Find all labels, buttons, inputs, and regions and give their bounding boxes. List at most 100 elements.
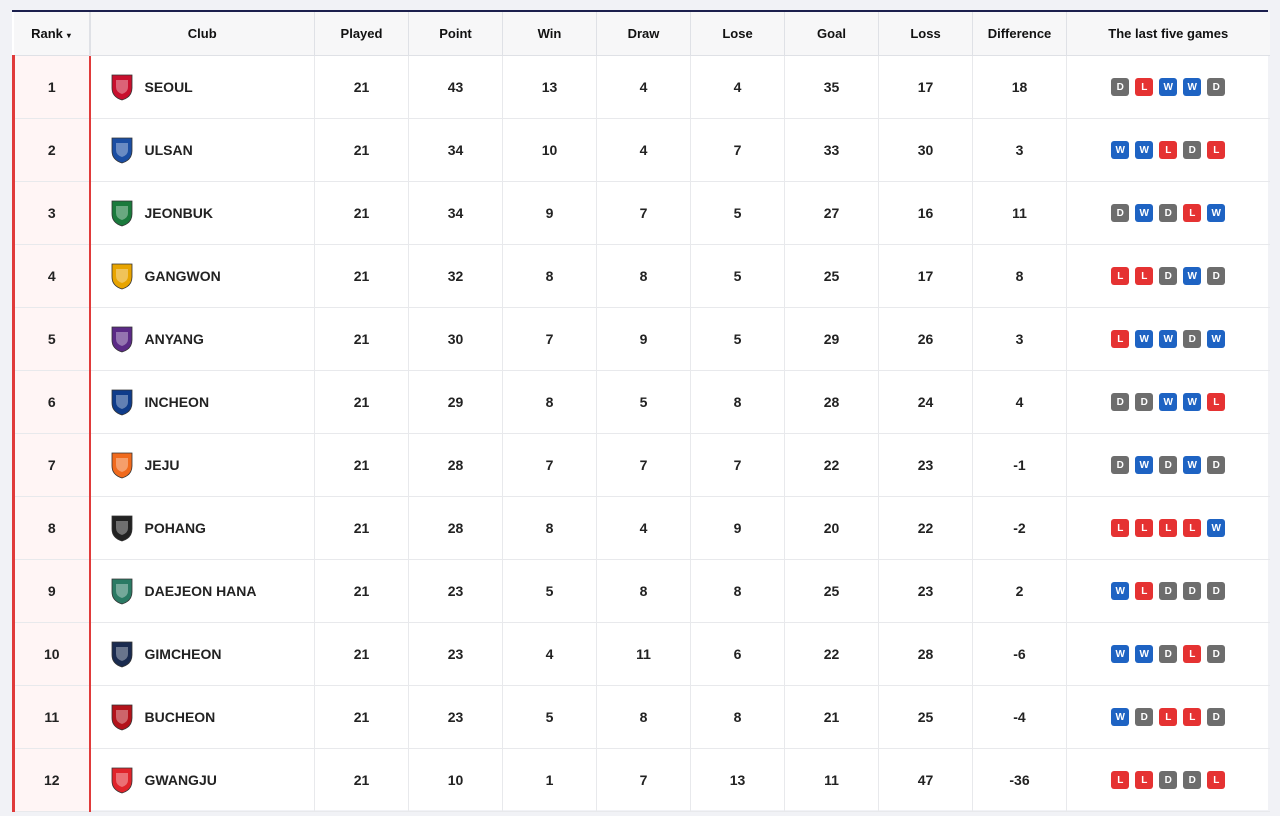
- table-row[interactable]: 9 DAEJEON HANA 21 23 5 8 8 25 23 2 W L D D D: [12, 559, 1270, 623]
- table-row[interactable]: 11 BUCHEON 21 23 5 8 8 21 25 -4 W D L L D: [12, 685, 1270, 749]
- form-badge: L: [1135, 267, 1154, 285]
- played-cell: 21: [314, 559, 409, 623]
- club-link[interactable]: GWANGJU: [111, 766, 315, 794]
- club-link[interactable]: DAEJEON HANA: [111, 577, 315, 605]
- club-cell[interactable]: GIMCHEON: [89, 622, 315, 686]
- point-cell: 32: [408, 244, 503, 308]
- club-cell[interactable]: INCHEON: [89, 370, 315, 434]
- goal-cell: 29: [784, 307, 879, 371]
- difference-cell: -6: [972, 622, 1067, 686]
- form-badge: L: [1159, 708, 1178, 726]
- played-cell: 21: [314, 55, 409, 119]
- seoul-crest-icon: [111, 74, 132, 101]
- rank-cell: 7: [12, 433, 91, 497]
- table-row[interactable]: 1 SEOUL 21 43 13 4 4 35 17 18 D L W W D: [12, 55, 1270, 119]
- draw-cell: 8: [596, 244, 691, 308]
- club-name: SEOUL: [144, 79, 193, 95]
- goal-cell: 35: [784, 55, 879, 119]
- lose-cell: 7: [690, 433, 785, 497]
- club-link[interactable]: POHANG: [111, 514, 315, 542]
- club-cell[interactable]: GANGWON: [89, 244, 315, 308]
- difference-cell: -1: [972, 433, 1067, 497]
- form-badge: W: [1135, 456, 1154, 474]
- form-badge: D: [1207, 78, 1226, 96]
- bucheon-crest-icon: [111, 704, 132, 731]
- table-row[interactable]: 2 ULSAN 21 34 10 4 7 33 30 3 W W L D L: [12, 118, 1270, 182]
- rank-cell: 11: [12, 685, 91, 749]
- club-link[interactable]: SEOUL: [111, 73, 315, 101]
- draw-cell: 8: [596, 685, 691, 749]
- club-link[interactable]: ULSAN: [111, 136, 315, 164]
- form-badge: W: [1135, 204, 1154, 222]
- rank-header[interactable]: Rank ▾: [13, 12, 91, 56]
- difference-cell: 8: [972, 244, 1067, 308]
- club-cell[interactable]: POHANG: [89, 496, 315, 560]
- club-cell[interactable]: JEONBUK: [89, 181, 315, 245]
- table-row[interactable]: 10 GIMCHEON 21 23 4 11 6 22 28 -6 W W D L D: [12, 622, 1270, 686]
- win-cell: 8: [502, 496, 597, 560]
- win-cell: 5: [502, 685, 597, 749]
- win-cell: 10: [502, 118, 597, 182]
- club-cell[interactable]: GWANGJU: [89, 748, 315, 812]
- form-badge: D: [1183, 330, 1202, 348]
- form-badge: D: [1159, 645, 1178, 663]
- point-cell: 28: [408, 496, 503, 560]
- point-cell: 23: [408, 559, 503, 623]
- club-cell[interactable]: SEOUL: [89, 55, 315, 119]
- point-cell: 34: [408, 118, 503, 182]
- club-link[interactable]: JEJU: [111, 451, 315, 479]
- goal-cell: 21: [784, 685, 879, 749]
- form-badge: W: [1111, 645, 1130, 663]
- draw-cell: 7: [596, 748, 691, 812]
- rank-cell: 3: [12, 181, 91, 245]
- point-cell: 34: [408, 181, 503, 245]
- form-badge: D: [1207, 267, 1226, 285]
- form-badge: L: [1111, 330, 1130, 348]
- form-cell: WDLLD: [1066, 685, 1270, 749]
- table-row[interactable]: 5 ANYANG 21 30 7 9 5 29 26 3 L W W D W: [12, 307, 1270, 371]
- club-name: GIMCHEON: [144, 646, 222, 662]
- table-row[interactable]: 8 POHANG 21 28 8 4 9 20 22 -2 L L L L W: [12, 496, 1270, 560]
- loss-cell: 17: [878, 55, 973, 119]
- win-header: Win: [502, 12, 597, 56]
- rank-cell: 1: [12, 55, 91, 119]
- win-cell: 9: [502, 181, 597, 245]
- form-badge: W: [1135, 645, 1154, 663]
- played-cell: 21: [314, 748, 409, 812]
- draw-cell: 4: [596, 55, 691, 119]
- form-cell: WWLDL: [1066, 118, 1270, 182]
- form-badge: W: [1207, 519, 1226, 537]
- form-badge: L: [1183, 708, 1202, 726]
- table-row[interactable]: 7 JEJU 21 28 7 7 7 22 23 -1 D W D W D: [12, 433, 1270, 497]
- loss-cell: 23: [878, 559, 973, 623]
- goal-cell: 11: [784, 748, 879, 812]
- club-link[interactable]: INCHEON: [111, 388, 315, 416]
- club-cell[interactable]: ANYANG: [89, 307, 315, 371]
- form-cell: LWWDW: [1066, 307, 1270, 371]
- club-header: Club: [89, 12, 315, 56]
- club-link[interactable]: JEONBUK: [111, 199, 315, 227]
- lose-cell: 6: [690, 622, 785, 686]
- draw-cell: 4: [596, 496, 691, 560]
- point-cell: 43: [408, 55, 503, 119]
- table-row[interactable]: 4 GANGWON 21 32 8 8 5 25 17 8 L L D W D: [12, 244, 1270, 308]
- club-cell[interactable]: DAEJEON HANA: [89, 559, 315, 623]
- form-cell: LLLLW: [1066, 496, 1270, 560]
- sort-down-icon[interactable]: ▾: [67, 31, 71, 40]
- club-link[interactable]: BUCHEON: [111, 703, 315, 731]
- club-cell[interactable]: ULSAN: [89, 118, 315, 182]
- table-row[interactable]: 3 JEONBUK 21 34 9 7 5 27 16 11 D W D L W: [12, 181, 1270, 245]
- standings-panel: Rank ▾ Club Played Point Win Draw Lose Go…: [12, 10, 1270, 812]
- win-cell: 8: [502, 370, 597, 434]
- club-link[interactable]: ANYANG: [111, 325, 315, 353]
- table-row[interactable]: 6 INCHEON 21 29 8 5 8 28 24 4 D D W W L: [12, 370, 1270, 434]
- club-link[interactable]: GANGWON: [111, 262, 315, 290]
- win-cell: 4: [502, 622, 597, 686]
- gwangju-crest-icon: [111, 767, 132, 794]
- club-cell[interactable]: BUCHEON: [89, 685, 315, 749]
- club-cell[interactable]: JEJU: [89, 433, 315, 497]
- club-link[interactable]: GIMCHEON: [111, 640, 315, 668]
- form-badge: L: [1135, 78, 1154, 96]
- table-row[interactable]: 12 GWANGJU 21 10 1 7 13 11 47 -36 L L D D L: [12, 748, 1270, 812]
- loss-cell: 22: [878, 496, 973, 560]
